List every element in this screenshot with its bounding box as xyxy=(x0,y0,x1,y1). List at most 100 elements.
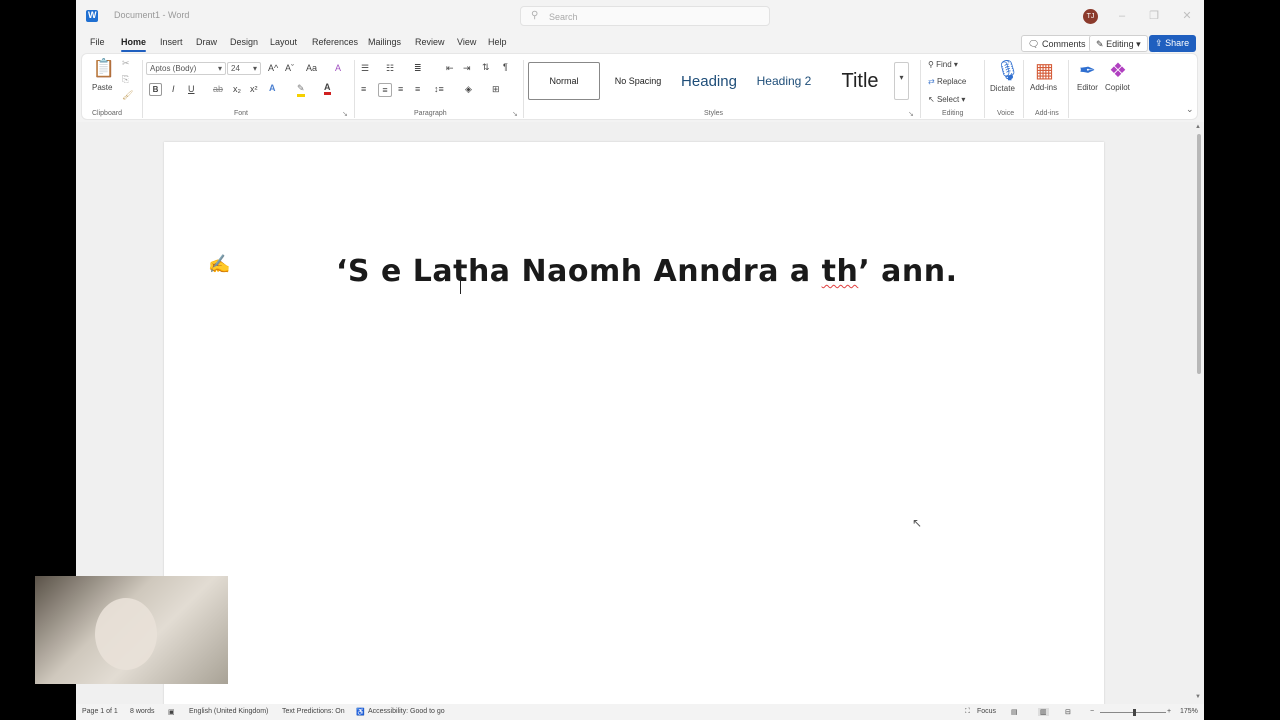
font-size-select[interactable]: 24 ▾ xyxy=(227,62,261,75)
line-spacing-icon[interactable]: ↕≡ xyxy=(434,84,444,94)
sort-icon[interactable]: ⇅ xyxy=(482,62,490,73)
clear-formatting-button[interactable]: A xyxy=(335,63,341,73)
font-family-select[interactable]: Aptos (Body) ▾ xyxy=(146,62,226,75)
format-painter-icon[interactable]: 🖌 xyxy=(122,90,133,101)
document-heading-text[interactable]: ‘S e Latha Naomh Anndra a th’ ann. xyxy=(336,254,958,289)
style-heading-2[interactable]: Heading 2 xyxy=(752,62,816,100)
justify-icon[interactable]: ≡ xyxy=(415,84,420,94)
shading-icon[interactable]: ◈ xyxy=(465,84,472,95)
restore-icon[interactable]: ❐ xyxy=(1146,8,1162,24)
editor-button[interactable]: Editor xyxy=(1077,83,1098,92)
cut-icon[interactable]: ✂ xyxy=(122,58,130,69)
strikethrough-button[interactable]: ab xyxy=(213,84,223,94)
zoom-slider-thumb[interactable] xyxy=(1133,709,1136,716)
webcam-person-image xyxy=(95,598,157,670)
bullets-icon[interactable]: ☰ xyxy=(361,63,369,74)
tab-view[interactable]: View xyxy=(457,37,476,47)
replace-button[interactable]: ⇄ Replace xyxy=(928,77,966,86)
dictate-button[interactable]: Dictate xyxy=(990,84,1015,93)
proofing-icon[interactable]: ▣ xyxy=(168,708,175,716)
style-no-spacing[interactable]: No Spacing xyxy=(608,62,668,100)
borders-icon[interactable]: ⊞ xyxy=(492,84,500,95)
paste-icon[interactable]: 📋 xyxy=(92,58,116,78)
close-icon[interactable]: ✕ xyxy=(1179,8,1195,24)
tab-review[interactable]: Review xyxy=(415,37,445,47)
web-layout-icon[interactable]: ⊟ xyxy=(1065,708,1071,716)
minimize-icon[interactable]: – xyxy=(1114,8,1130,24)
highlight-button[interactable]: ✎ xyxy=(297,83,305,97)
align-right-icon[interactable]: ≡ xyxy=(398,84,403,94)
vertical-scrollbar[interactable]: ▲ ▼ xyxy=(1194,122,1204,704)
avatar[interactable]: TJ xyxy=(1083,9,1098,24)
search-box[interactable]: ⚲ Search xyxy=(520,6,770,26)
tab-home[interactable]: Home xyxy=(121,37,147,52)
add-ins-icon[interactable]: ▦ xyxy=(1035,58,1054,83)
text-predictions-status[interactable]: Text Predictions: On xyxy=(282,708,345,715)
scroll-thumb[interactable] xyxy=(1197,134,1201,374)
editor-icon[interactable]: ✒ xyxy=(1079,58,1096,83)
page-count[interactable]: Page 1 of 1 xyxy=(82,708,118,715)
ai-rewrite-icon[interactable]: ✍ xyxy=(208,254,230,275)
increase-indent-icon[interactable]: ⇥ xyxy=(463,63,471,74)
accessibility-icon[interactable]: ♿ xyxy=(356,708,365,716)
accessibility-status[interactable]: Accessibility: Good to go xyxy=(368,708,445,715)
decrease-indent-icon[interactable]: ⇤ xyxy=(446,63,454,74)
collapse-ribbon-icon[interactable]: ⌄ xyxy=(1186,104,1194,115)
dialog-launcher-icon[interactable]: ↘ xyxy=(512,110,518,118)
tab-insert[interactable]: Insert xyxy=(160,37,183,47)
multilevel-list-icon[interactable]: ≣ xyxy=(414,63,422,74)
shrink-font-button[interactable]: Aˇ xyxy=(285,63,294,73)
tab-mailings[interactable]: Mailings xyxy=(368,37,401,47)
print-layout-icon[interactable]: ▥ xyxy=(1038,708,1049,716)
numbering-icon[interactable]: ☷ xyxy=(386,63,394,74)
superscript-button[interactable]: x² xyxy=(250,84,258,94)
zoom-in-icon[interactable]: + xyxy=(1167,708,1171,715)
styles-group-label: Styles xyxy=(704,110,724,117)
tab-references[interactable]: References xyxy=(312,37,358,47)
zoom-out-icon[interactable]: − xyxy=(1090,708,1094,715)
paste-button[interactable]: Paste xyxy=(92,83,112,92)
copilot-button[interactable]: Copilot xyxy=(1105,83,1130,92)
tab-help[interactable]: Help xyxy=(488,37,507,47)
style-heading[interactable]: Heading xyxy=(676,62,742,100)
focus-button[interactable]: Focus xyxy=(977,708,996,715)
share-button[interactable]: ⇪ Share ▾ xyxy=(1149,35,1196,59)
style-title[interactable]: Title xyxy=(830,62,890,100)
font-color-button[interactable]: A xyxy=(324,82,331,95)
scroll-down-icon[interactable]: ▼ xyxy=(1195,694,1201,700)
styles-gallery-more-icon[interactable]: ▾ xyxy=(894,62,909,100)
bold-button[interactable]: B xyxy=(149,83,162,96)
style-normal[interactable]: Normal xyxy=(528,62,600,100)
word-count[interactable]: 8 words xyxy=(130,708,155,715)
microphone-icon[interactable]: 🎙 xyxy=(995,58,1020,83)
spelling-error-word[interactable]: th xyxy=(822,254,859,289)
zoom-level[interactable]: 175% xyxy=(1180,708,1198,715)
dialog-launcher-icon[interactable]: ↘ xyxy=(908,110,914,118)
copy-icon[interactable]: ⎘ xyxy=(122,74,129,85)
tab-draw[interactable]: Draw xyxy=(196,37,217,47)
tab-file[interactable]: File xyxy=(90,37,105,47)
tab-design[interactable]: Design xyxy=(230,37,258,47)
tab-layout[interactable]: Layout xyxy=(270,37,297,47)
text-effects-button[interactable]: A xyxy=(269,83,276,93)
add-ins-button[interactable]: Add-ins xyxy=(1030,83,1057,92)
copilot-icon[interactable]: ❖ xyxy=(1109,58,1127,83)
subscript-button[interactable]: x₂ xyxy=(233,84,241,94)
editing-mode-button[interactable]: ✎ Editing ▾ xyxy=(1089,35,1148,52)
focus-icon[interactable]: ⛶ xyxy=(965,708,970,716)
language-status[interactable]: English (United Kingdom) xyxy=(189,708,268,715)
read-mode-icon[interactable]: ▤ xyxy=(1011,708,1018,716)
find-button[interactable]: ⚲ Find ▾ xyxy=(928,60,958,69)
underline-button[interactable]: U xyxy=(188,84,195,94)
select-button[interactable]: ↖ Select ▾ xyxy=(928,95,965,104)
dialog-launcher-icon[interactable]: ↘ xyxy=(342,110,348,118)
show-formatting-button[interactable]: ¶ xyxy=(503,62,508,72)
comments-button[interactable]: 🗨 Comments xyxy=(1021,35,1093,52)
document-page[interactable]: ✍ ‘S e Latha Naomh Anndra a th’ ann. ↖ xyxy=(164,142,1104,720)
align-left-icon[interactable]: ≡ xyxy=(361,84,366,94)
change-case-button[interactable]: Aa xyxy=(306,63,317,73)
scroll-up-icon[interactable]: ▲ xyxy=(1195,124,1201,130)
grow-font-button[interactable]: A^ xyxy=(268,63,278,73)
align-center-icon[interactable]: ≡ xyxy=(378,83,392,97)
italic-button[interactable]: I xyxy=(172,84,175,94)
